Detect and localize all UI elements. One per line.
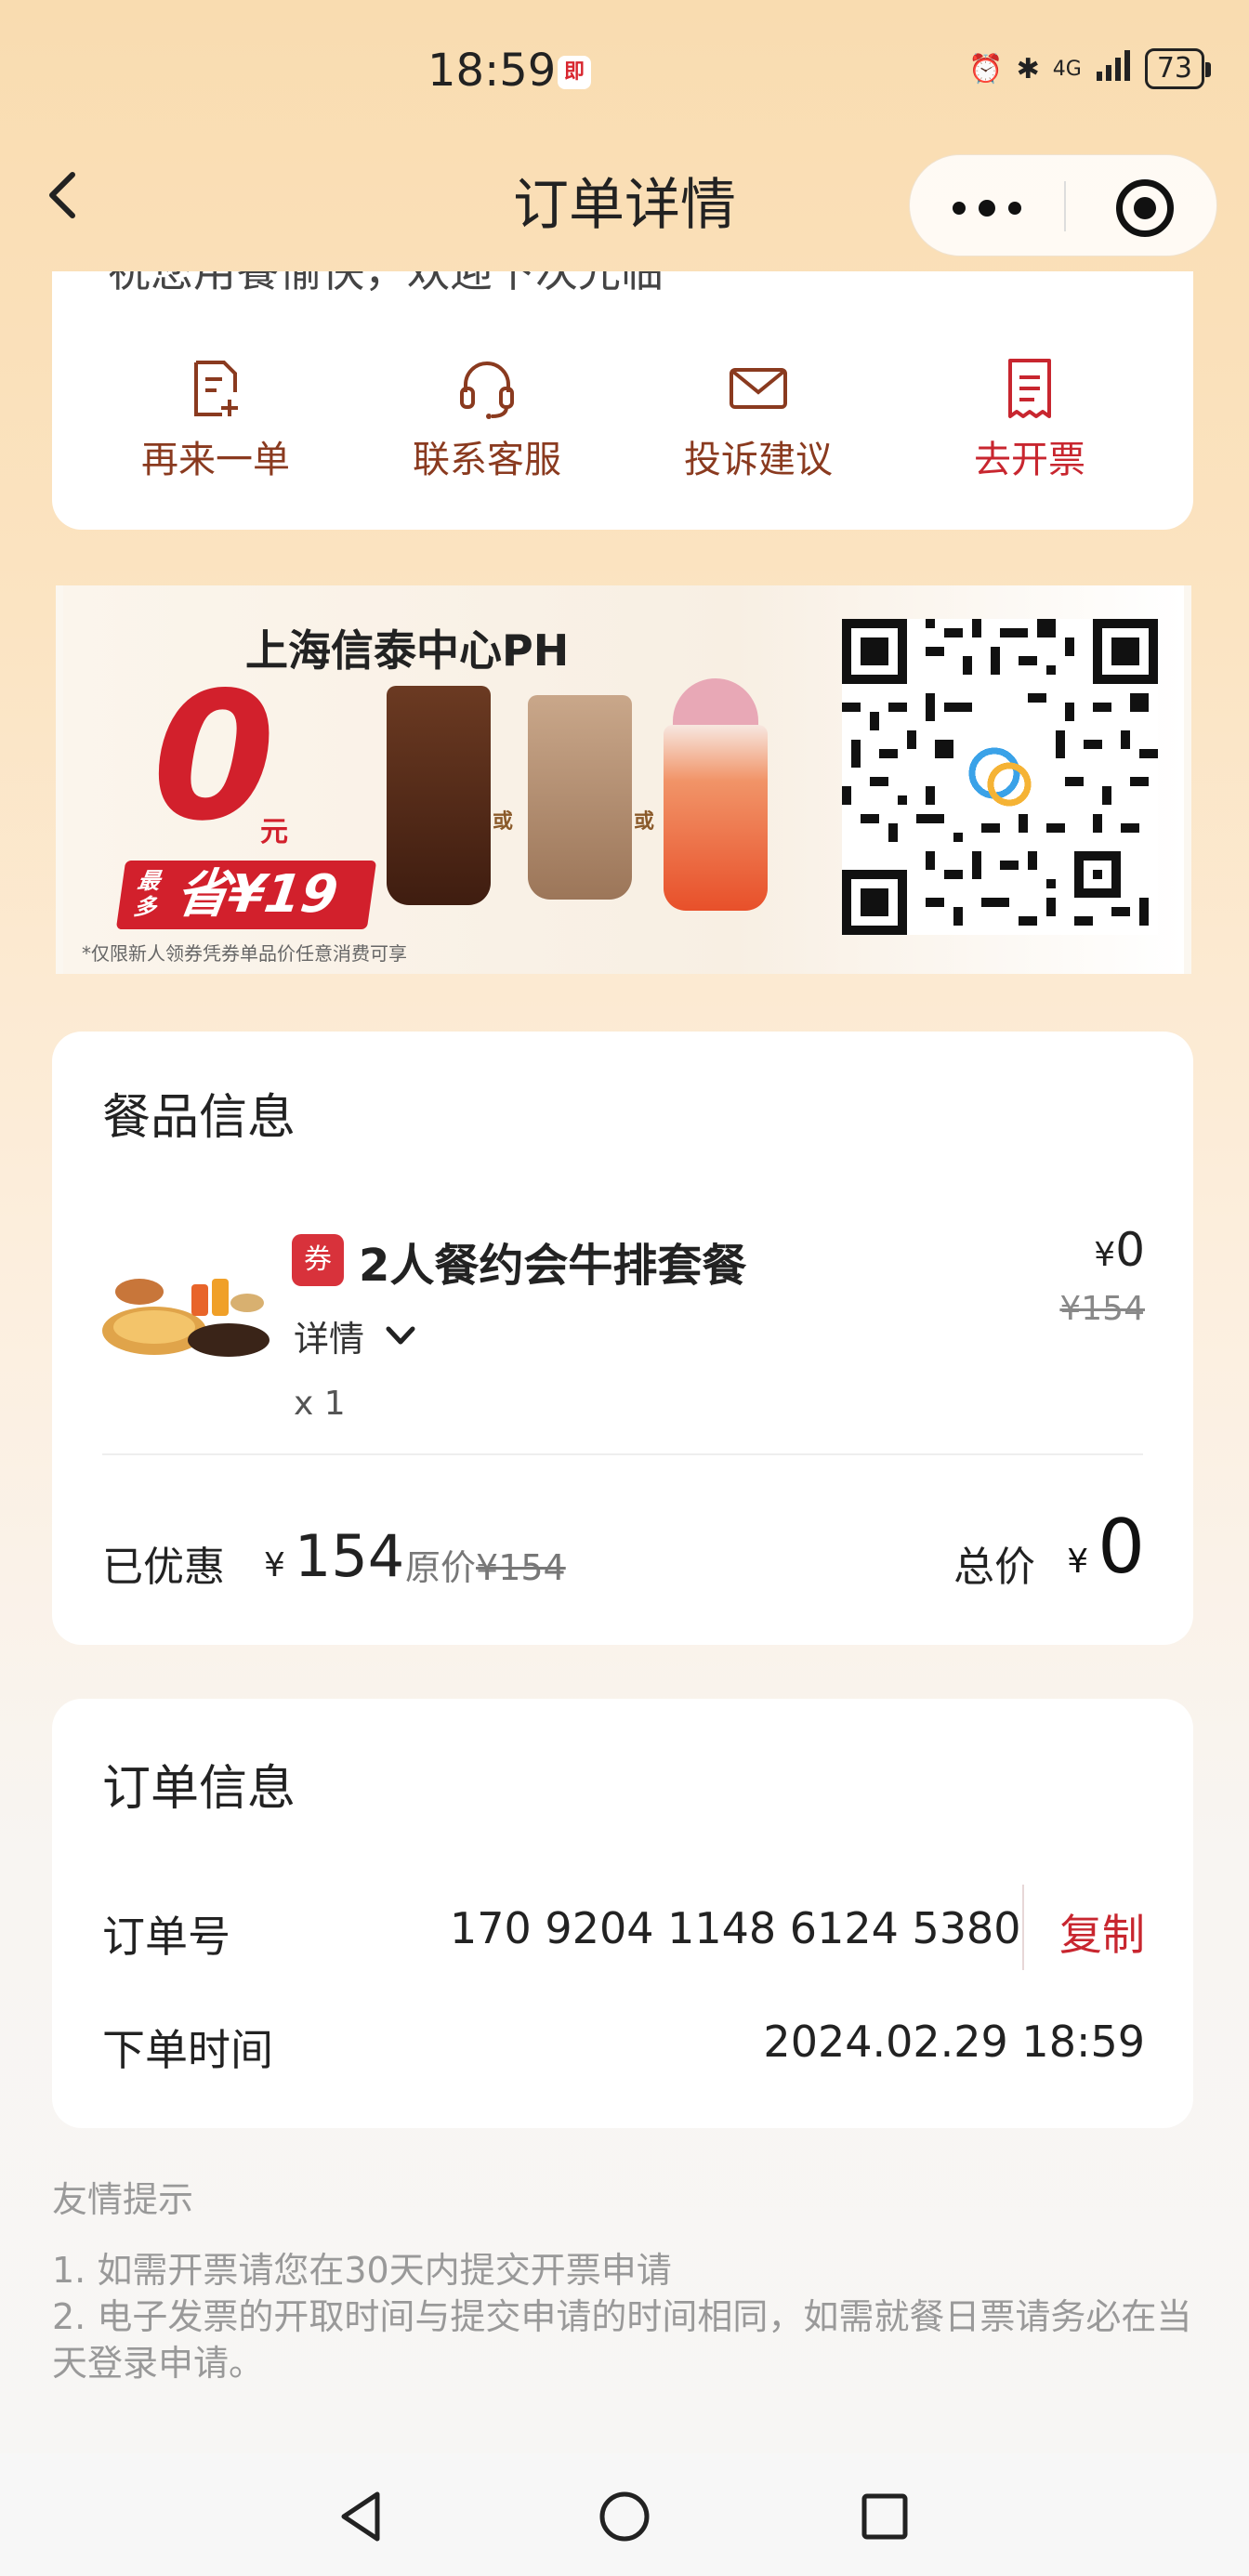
nav-home-icon[interactable] [595,2487,654,2546]
or-label: 或 [493,810,514,834]
invoice-label: 去开票 [974,439,1085,481]
order-info-card: 订单信息 订单号 170 9204 1148 6124 5380 复制 下单时间… [52,1699,1193,2128]
total-amount: ¥0 [1067,1504,1145,1590]
fruit-soda-image [664,725,768,911]
nav-back-icon[interactable] [333,2487,392,2546]
copy-divider [1022,1885,1024,1970]
item-quantity: x 1 [294,1385,346,1423]
milk-tea-image [528,695,632,900]
save-prefix: 最多 [132,868,163,920]
contact-service-label: 联系客服 [413,439,561,481]
currency-symbol: ¥ [264,1546,285,1584]
meal-info-card: 餐品信息 券 2人餐约会牛排套餐 详情 x 1 ¥0 ¥154 已优惠 ¥154… [52,1032,1193,1645]
chevron-down-icon[interactable] [383,1318,418,1353]
capsule-divider [1064,181,1066,231]
copy-button[interactable]: 复制 [1059,1901,1145,1963]
reorder-icon [194,361,238,416]
signal-icon [1095,49,1132,88]
complaint-button[interactable]: 投诉建议 [647,355,870,483]
promo-banner[interactable]: 上海信泰中心PH 0 元 最多 省¥19 或 或 *仅限新人领券凭券单品价任意消… [56,585,1191,974]
contact-service-button[interactable]: 联系客服 [375,355,598,483]
more-button[interactable] [910,155,1063,257]
mini-program-capsule [909,154,1217,256]
network-label: 4G [1052,57,1082,81]
save-text: 省¥19 [172,864,342,925]
thank-you-text: 祝您用餐愉快，欢迎下次光临 [108,271,664,296]
battery-indicator: 73 [1144,48,1212,89]
original-total-value: ¥154 [476,1547,566,1588]
invoice-icon [1008,359,1051,418]
item-price: ¥0 [1094,1223,1145,1277]
save-badge: 最多 省¥19 [115,861,377,929]
nav-recents-icon[interactable] [855,2487,914,2546]
order-number: 170 9204 1148 6124 5380 [450,1903,1021,1953]
promo-banner-body: 上海信泰中心PH 0 元 最多 省¥19 或 或 *仅限新人领券凭券单品价任意消… [63,585,1184,974]
system-nav-bar [0,2453,1249,2576]
status-bar: 18:59 即 ⏰ ✱ 4G 73 [0,0,1249,149]
reorder-button[interactable]: 再来一单 [104,355,327,483]
banner-price: 0 [152,654,276,860]
invoice-button[interactable]: 去开票 [918,355,1141,483]
bluetooth-icon: ✱ [1016,52,1040,85]
discount-amount: ¥154 [264,1522,404,1590]
nav-bar: 订单详情 [0,149,1249,256]
item-name: 2人餐约会牛排套餐 [359,1240,747,1292]
order-time-label: 下单时间 [102,2025,273,2075]
discount-value: 154 [294,1522,405,1590]
tip-line: 1. 如需开票请您在30天内提交开票申请 [52,2250,672,2291]
reorder-label: 再来一单 [141,439,290,481]
coupon-tag: 券 [292,1234,344,1286]
original-total-label: 原价 [405,1547,477,1588]
mail-icon [730,368,787,409]
app-notification-icon: 即 [558,56,591,89]
tips-title: 友情提示 [52,2179,194,2220]
currency-symbol: ¥ [1094,1236,1116,1274]
tip-line: 2. 电子发票的开取时间与提交申请的时间相同，如需就餐日票请务必在当天登录申请。 [52,2296,1192,2384]
tips-section: 友情提示 1. 如需开票请您在30天内提交开票申请 2. 电子发票的开取时间与提… [52,2176,1204,2386]
banner-note: *仅限新人领券凭券单品价任意消费可享 [82,942,407,965]
more-dots-icon [952,200,1021,217]
discount-label: 已优惠 [102,1544,225,1591]
alarm-icon: ⏰ [968,52,1004,85]
or-label: 或 [634,810,655,834]
iced-tea-image [387,686,491,905]
meal-section-title: 餐品信息 [102,1090,296,1146]
order-time: 2024.02.29 18:59 [763,2017,1145,2067]
order-actions-card: 祝您用餐愉快，欢迎下次光临 再来一单 联系客服 投诉建议 去开票 [52,271,1193,530]
total-label: 总价 [953,1544,1035,1591]
total-value: 0 [1098,1504,1145,1590]
order-number-label: 订单号 [102,1912,230,1962]
close-mini-program-button[interactable] [1116,179,1174,237]
complaint-label: 投诉建议 [684,439,833,481]
status-icons: ⏰ ✱ 4G 73 [968,48,1212,89]
status-time: 18:59 [427,45,557,97]
divider [102,1453,1143,1455]
item-original-price: ¥154 [1059,1290,1145,1328]
headset-icon [460,361,514,419]
item-price-value: 0 [1115,1223,1145,1277]
meal-thumbnail [99,1247,271,1368]
banner-title: 上海信泰中心PH [245,625,570,676]
order-section-title: 订单信息 [102,1761,296,1817]
actions-row: 再来一单 联系客服 投诉建议 去开票 [52,355,1193,483]
banner-price-unit: 元 [260,816,288,848]
original-total: 原价¥154 [405,1539,566,1590]
item-detail-toggle[interactable]: 详情 [294,1310,364,1361]
currency-symbol: ¥ [1067,1543,1089,1581]
qr-code [842,619,1158,935]
